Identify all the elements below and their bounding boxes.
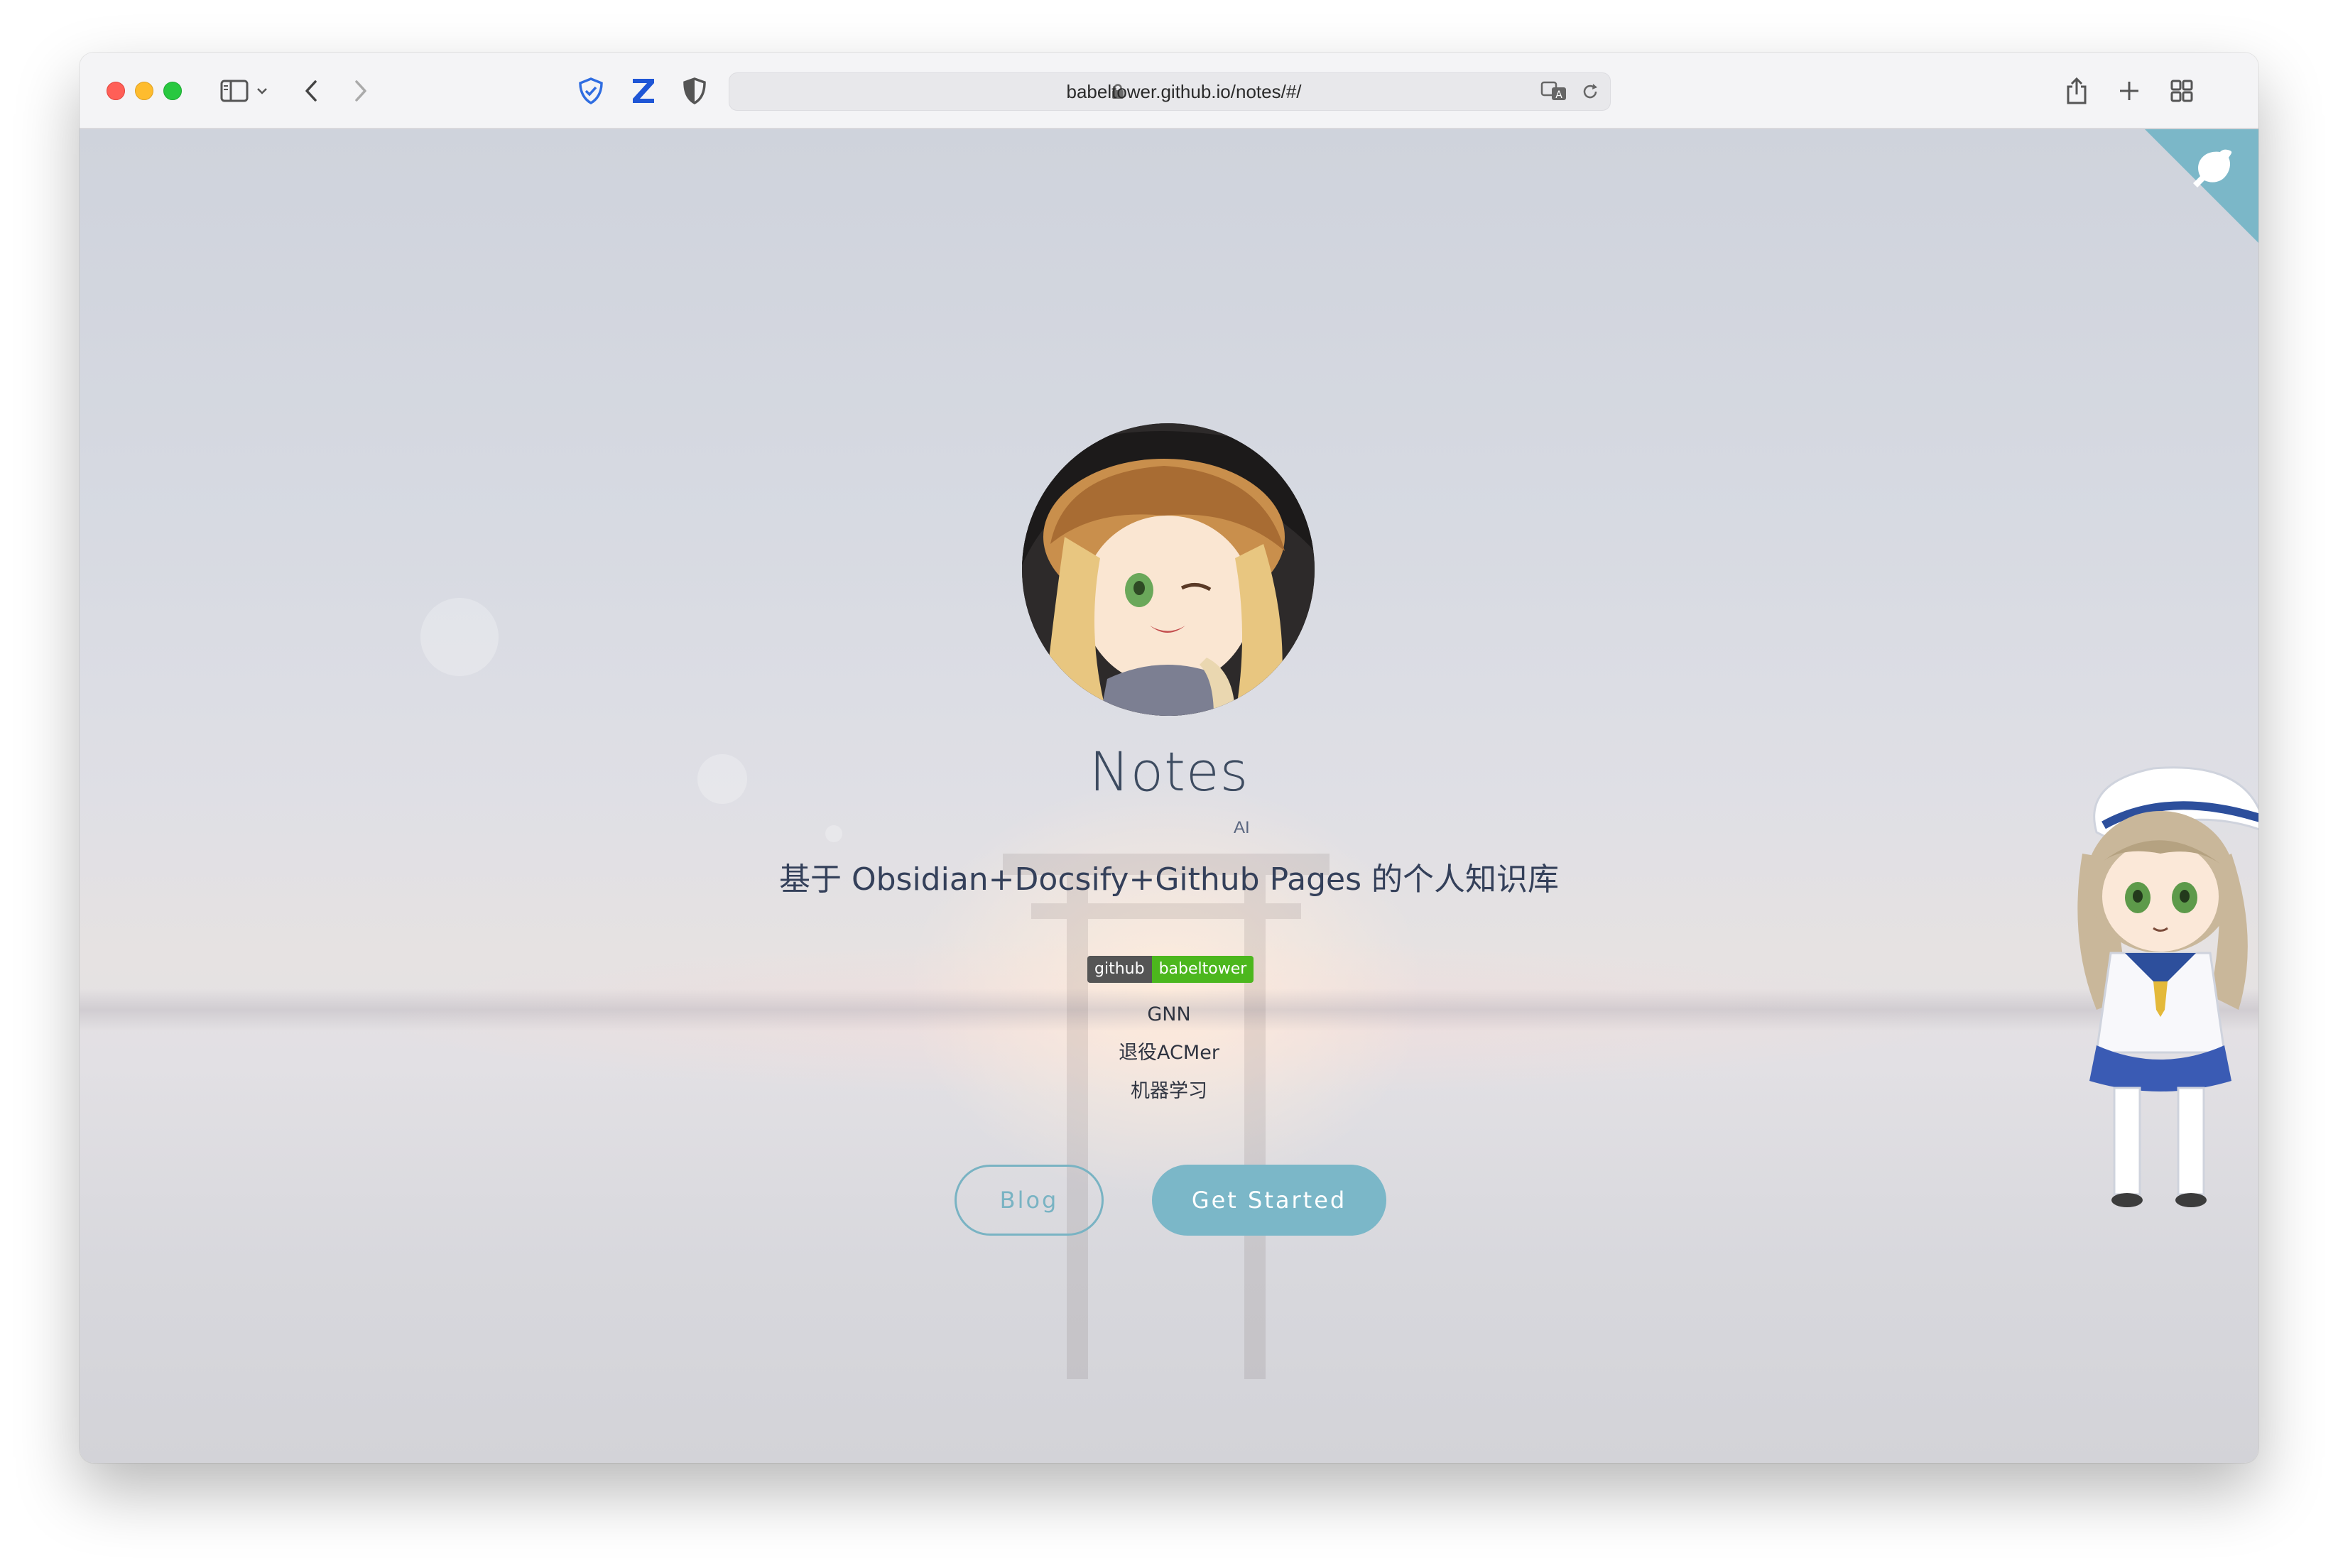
page-subtitle: 基于 Obsidian+Docsify+Github Pages 的个人知识库: [778, 861, 1560, 898]
mascot-character[interactable]: [2054, 740, 2258, 1237]
avatar: [1022, 423, 1315, 716]
reload-icon[interactable]: [1580, 82, 1600, 102]
get-started-button[interactable]: Get Started: [1152, 1165, 1386, 1236]
address-bar[interactable]: babeltower.github.io/notes/#/ A: [729, 72, 1611, 111]
share-icon[interactable]: [2060, 74, 2094, 108]
title-superscript: AI: [1234, 818, 1250, 837]
bokeh-light: [825, 825, 842, 842]
tab-overview-icon[interactable]: [2165, 74, 2199, 108]
new-tab-icon[interactable]: [2112, 74, 2146, 108]
page-title: Notes: [1089, 740, 1249, 803]
tag-item: GNN: [1147, 1003, 1191, 1025]
badge-value: babeltower: [1151, 956, 1254, 983]
tag-list: GNN 退役ACMer 机器学习: [80, 996, 2258, 1111]
close-window-button[interactable]: [107, 82, 125, 100]
sidebar-icon[interactable]: [217, 74, 251, 108]
bokeh-light: [420, 598, 499, 676]
url-text[interactable]: babeltower.github.io/notes/#/: [729, 73, 1610, 110]
github-badge[interactable]: github babeltower: [1087, 956, 1254, 983]
translate-icon[interactable]: A: [1540, 80, 1569, 103]
maximize-window-button[interactable]: [163, 82, 182, 100]
tag-item: 退役ACMer: [1119, 1042, 1219, 1064]
privacy-shield-icon[interactable]: [678, 74, 712, 108]
github-corner-icon[interactable]: [2145, 129, 2258, 243]
blog-button[interactable]: Blog: [955, 1165, 1104, 1236]
zotero-icon[interactable]: [626, 74, 660, 108]
svg-text:A: A: [1555, 89, 1562, 101]
minimize-window-button[interactable]: [135, 82, 153, 100]
forward-icon[interactable]: [344, 74, 378, 108]
tag-item: 机器学习: [1131, 1080, 1207, 1102]
torii-gate-background: [1003, 854, 1330, 1379]
cover-page: Notes AI 基于 Obsidian+Docsify+Github Page…: [80, 129, 2258, 1463]
badge-label: github: [1087, 956, 1152, 983]
chevron-down-icon[interactable]: [251, 74, 273, 108]
back-icon[interactable]: [294, 74, 328, 108]
browser-toolbar: babeltower.github.io/notes/#/ A: [80, 53, 2258, 129]
browser-window: babeltower.github.io/notes/#/ A Notes AI…: [80, 53, 2258, 1463]
shield-check-icon[interactable]: [574, 74, 608, 108]
